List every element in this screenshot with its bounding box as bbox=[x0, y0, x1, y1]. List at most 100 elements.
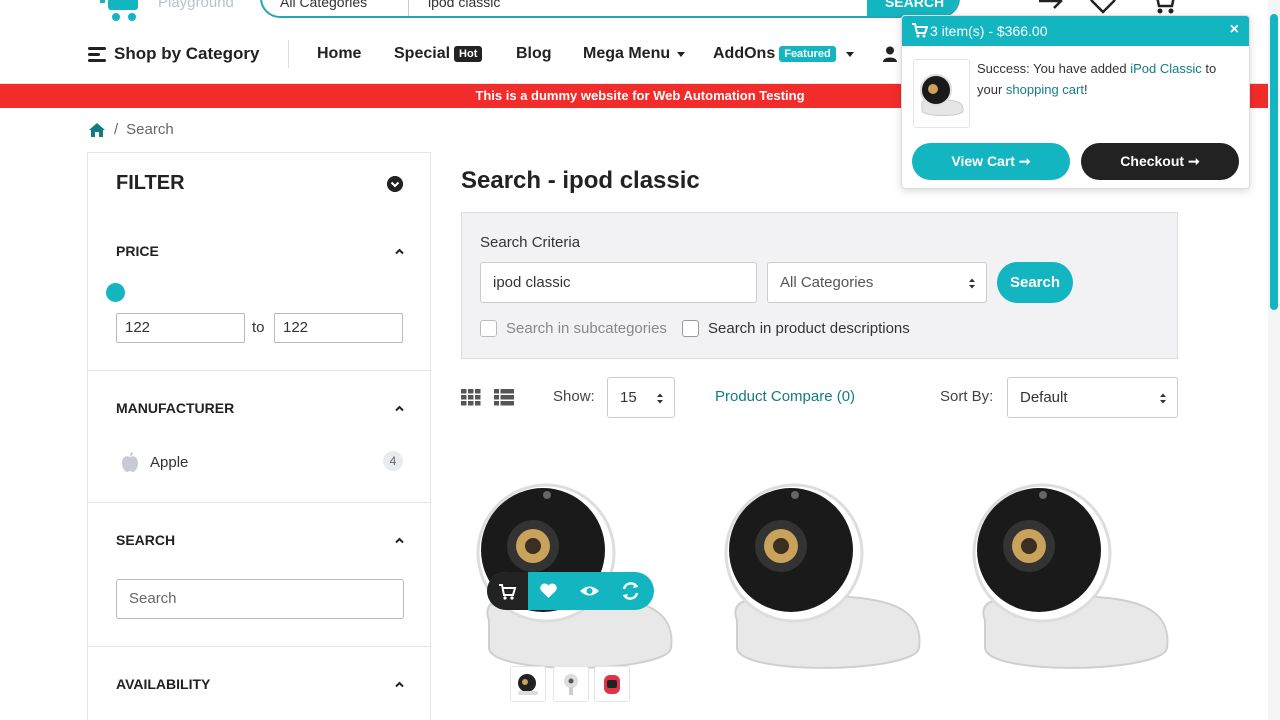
nav-divider bbox=[288, 40, 289, 68]
price-title: PRICE bbox=[116, 243, 159, 259]
cart-product-link[interactable]: iPod Classic bbox=[1130, 61, 1202, 76]
product-image-camera[interactable] bbox=[957, 448, 1177, 688]
shop-by-category-label: Shop by Category bbox=[114, 44, 260, 63]
manufacturer-name: Apple bbox=[150, 453, 189, 471]
checkout-label: Checkout bbox=[1120, 153, 1185, 169]
breadcrumb: / Search bbox=[88, 121, 174, 138]
compare-refresh-icon[interactable] bbox=[610, 572, 651, 610]
cart-summary: 3 item(s) - $366.00 bbox=[930, 23, 1048, 39]
nav-mega-menu[interactable]: Mega Menu bbox=[583, 45, 686, 63]
chevron-up-icon[interactable] bbox=[395, 536, 404, 545]
nav-addons-label: AddOns bbox=[713, 45, 776, 62]
price-min-input[interactable]: 122 bbox=[116, 313, 245, 343]
price-slider-handle[interactable] bbox=[106, 283, 125, 302]
manufacturer-section: MANUFACTURER bbox=[88, 371, 430, 503]
divider bbox=[408, 0, 409, 16]
header-search-bar: All Categories ipod classic SEARCH bbox=[260, 0, 960, 18]
price-to-label: to bbox=[252, 319, 265, 336]
chevron-down-icon bbox=[677, 51, 686, 57]
view-cart-label: View Cart bbox=[951, 153, 1015, 169]
cart-product-thumbnail[interactable] bbox=[913, 59, 970, 128]
cart-icon bbox=[912, 23, 928, 38]
compare-arrow-icon[interactable] bbox=[1036, 0, 1066, 16]
subcategories-checkbox[interactable] bbox=[480, 320, 497, 337]
chevron-up-icon[interactable] bbox=[395, 680, 404, 689]
apple-logo-icon bbox=[122, 452, 138, 472]
list-view-icon[interactable] bbox=[494, 389, 514, 406]
subcategories-option[interactable]: Search in subcategories bbox=[480, 320, 667, 337]
select-arrows-icon bbox=[969, 278, 975, 289]
featured-badge: Featured bbox=[779, 46, 836, 62]
hamburger-icon bbox=[88, 47, 106, 62]
nav-blog[interactable]: Blog bbox=[516, 45, 552, 63]
hot-badge: Hot bbox=[454, 46, 483, 62]
nav-addons[interactable]: AddOns Featured bbox=[713, 45, 854, 63]
chevron-down-icon bbox=[845, 51, 854, 57]
add-to-cart-icon[interactable] bbox=[487, 572, 528, 610]
shopping-cart-link[interactable]: shopping cart bbox=[1006, 82, 1084, 97]
thumbnail-camera-image bbox=[518, 674, 538, 695]
product-card[interactable] bbox=[957, 448, 1177, 720]
nav-special-label: Special bbox=[394, 45, 451, 62]
cart-message-suffix: ! bbox=[1083, 82, 1088, 97]
close-icon[interactable]: × bbox=[1230, 21, 1239, 39]
product-thumbnail[interactable] bbox=[553, 666, 589, 702]
wishlist-heart-icon[interactable] bbox=[528, 572, 569, 610]
cart-message-prefix: Success: You have added bbox=[977, 61, 1131, 76]
header-search-input[interactable]: ipod classic bbox=[428, 0, 500, 10]
filter-toggle-chevron-icon[interactable] bbox=[387, 176, 403, 192]
cart-icon[interactable] bbox=[1148, 0, 1178, 16]
product-image-camera[interactable] bbox=[709, 448, 929, 688]
checkout-button[interactable]: Checkout ➞ bbox=[1081, 143, 1239, 180]
page-title: Search - ipod classic bbox=[461, 167, 700, 194]
chevron-up-icon[interactable] bbox=[395, 247, 404, 256]
chevron-up-icon[interactable] bbox=[395, 404, 404, 413]
thumbnail-band-image bbox=[604, 675, 620, 694]
product-thumbnail[interactable] bbox=[594, 666, 630, 702]
scrollbar-thumb[interactable] bbox=[1270, 14, 1278, 310]
cart-success-message: Success: You have added iPod Classic to … bbox=[977, 58, 1239, 100]
search-section: SEARCH bbox=[88, 503, 430, 647]
availability-title: AVAILABILITY bbox=[116, 676, 211, 692]
product-image-camera[interactable] bbox=[461, 448, 681, 688]
keyword-input[interactable]: ipod classic bbox=[480, 262, 757, 303]
descriptions-option[interactable]: Search in product descriptions bbox=[682, 320, 910, 337]
product-card[interactable] bbox=[709, 448, 929, 720]
grid-view-icon[interactable] bbox=[461, 389, 481, 406]
cart-notification-popup: 3 item(s) - $366.00 × Success: You have … bbox=[901, 15, 1250, 189]
show-label: Show: bbox=[553, 388, 595, 405]
header-search-category[interactable]: All Categories bbox=[280, 0, 367, 10]
page-scrollbar[interactable] bbox=[1268, 0, 1280, 720]
price-max-input[interactable]: 122 bbox=[274, 313, 403, 343]
nav-home[interactable]: Home bbox=[317, 45, 361, 63]
show-limit-select[interactable]: 15 bbox=[607, 377, 675, 418]
page: { "header": { "logo_text": "Playground",… bbox=[0, 0, 1280, 720]
product-compare-link[interactable]: Product Compare (0) bbox=[715, 388, 855, 405]
nav-special[interactable]: Special Hot bbox=[394, 45, 483, 63]
logo-text[interactable]: Playground bbox=[158, 0, 234, 11]
wishlist-heart-icon[interactable] bbox=[1088, 0, 1118, 16]
filter-search-input[interactable]: Search bbox=[116, 579, 404, 619]
shop-by-category-button[interactable]: Shop by Category bbox=[88, 44, 259, 64]
search-title: SEARCH bbox=[116, 532, 176, 548]
category-select-value: All Categories bbox=[780, 274, 874, 291]
select-arrows-icon bbox=[1160, 393, 1166, 404]
sort-by-label: Sort By: bbox=[940, 388, 994, 405]
descriptions-checkbox[interactable] bbox=[682, 320, 699, 337]
sort-by-value: Default bbox=[1020, 389, 1068, 406]
price-section: PRICE bbox=[88, 223, 430, 371]
product-quick-actions bbox=[487, 572, 654, 610]
filter-title: FILTER bbox=[116, 172, 185, 194]
home-icon[interactable] bbox=[88, 122, 106, 138]
manufacturer-apple[interactable]: Apple bbox=[120, 451, 188, 473]
product-toolbar: Show: 15 Product Compare (0) Sort By: De… bbox=[461, 377, 1178, 419]
logo-cart-icon[interactable] bbox=[96, 0, 142, 22]
product-thumbnail[interactable] bbox=[510, 666, 546, 702]
quick-view-eye-icon[interactable] bbox=[569, 572, 610, 610]
arrow-right-icon: ➞ bbox=[1018, 153, 1031, 169]
view-cart-button[interactable]: View Cart ➞ bbox=[912, 143, 1070, 180]
category-select[interactable]: All Categories bbox=[767, 262, 987, 303]
sort-by-select[interactable]: Default bbox=[1007, 377, 1178, 418]
search-button[interactable]: Search bbox=[997, 262, 1073, 303]
user-icon[interactable] bbox=[882, 46, 898, 62]
